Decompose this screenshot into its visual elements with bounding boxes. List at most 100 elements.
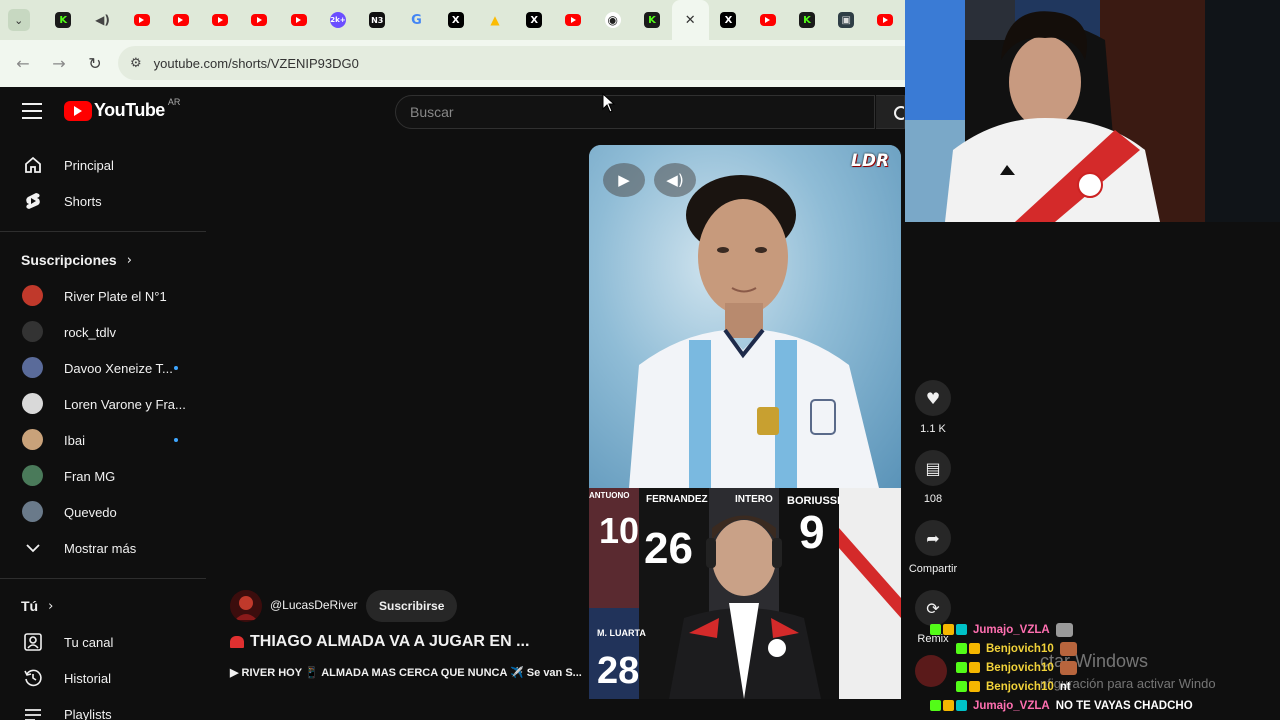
mod-badge-icon [956,624,967,635]
short-video-player[interactable]: ▶ ◀) LDR 10 26 9 28 FERNANDEZ INTERO BOR… [589,145,901,699]
search-button[interactable] [876,95,905,129]
short-description[interactable]: ▶ RIVER HOY 📱 ALMADA MAS CERCA QUE NUNCA… [230,666,582,679]
sidebar-item-label: Ibai [64,432,85,448]
browser-tab[interactable]: ◀) [83,0,122,40]
subscriptions-heading[interactable]: Suscripciones › [21,252,132,268]
like-button[interactable]: ♥ [915,380,951,416]
chat-message: Benjovich10 [956,658,1077,677]
sidebar-item-playlists[interactable]: Playlists [0,696,206,720]
tab-search-dropdown[interactable]: ⌄ [8,9,30,31]
sidebar-item-subscription[interactable]: Ibai [0,422,206,458]
chevron-down-icon [22,537,44,559]
browser-tab[interactable]: ◉ [593,0,632,40]
emote-icon [1055,622,1073,637]
sidebar-item-home[interactable]: Principal [0,147,206,183]
sidebar-item-shorts[interactable]: Shorts [0,183,206,219]
back-arrow-icon[interactable]: ← [5,54,41,73]
close-icon[interactable]: ✕ [682,12,698,28]
browser-tab[interactable] [866,0,905,40]
browser-tab[interactable]: N3 [358,0,397,40]
player-photo: ▶ ◀) LDR [589,145,901,488]
browser-tab[interactable] [161,0,200,40]
forward-arrow-icon[interactable]: → [41,54,77,73]
youtube-icon [212,14,229,26]
youtube-logo[interactable]: YouTube AR [64,96,181,121]
sidebar-item-subscription[interactable]: rock_tdlv [0,314,206,350]
browser-tab[interactable]: ▣ [827,0,866,40]
sidebar-item-history[interactable]: Historial [0,660,206,696]
sidebar-item-subscription[interactable]: Loren Varone y Fra... [0,386,206,422]
sidebar-item-subscription[interactable]: Davoo Xeneize T... [0,350,206,386]
menu-icon[interactable] [22,103,42,119]
sidebar-item-subscription[interactable]: Fran MG [0,458,206,494]
subscribe-button[interactable]: Suscribirse [366,590,458,622]
country-code: AR [167,96,181,107]
browser-tab[interactable]: 2k+ [318,0,357,40]
kick-badge-icon [956,662,967,673]
browser-tab[interactable]: K [632,0,671,40]
x-icon: X [447,12,464,28]
site-info-icon[interactable]: ⚙ [130,56,142,71]
svg-text:28: 28 [597,650,639,692]
browser-tab[interactable] [279,0,318,40]
youtube-icon [251,14,268,26]
short-title-row[interactable]: THIAGO ALMADA VA A JUGAR EN ... [230,633,529,651]
chevron-down-icon: ⌄ [14,14,24,27]
url-text[interactable]: youtube.com/shorts/VZENIP93DG0 [154,56,359,71]
youtube-logo-icon [64,100,92,121]
chat-username: Benjovich10 [986,680,1054,693]
channel-avatar[interactable] [230,590,262,622]
browser-tab[interactable]: X [436,0,475,40]
show-more-button[interactable]: Mostrar más [0,530,206,566]
browser-tab[interactable]: X [709,0,748,40]
sidebar-item-label: Principal [64,157,114,173]
browser-tab[interactable] [201,0,240,40]
browser-tab[interactable]: K [44,0,83,40]
chat-username: Benjovich10 [986,642,1054,655]
sidebar-item-label: Davoo Xeneize T... [64,360,173,376]
reload-icon[interactable]: ↻ [77,54,113,73]
home-icon [22,154,44,176]
browser-tab[interactable] [554,0,593,40]
comments-button[interactable]: ▤ [915,450,951,486]
browser-tab[interactable]: ▲ [475,0,514,40]
sidebar-item-subscription[interactable]: Quevedo [0,494,206,530]
crown-badge-icon [969,662,980,673]
subscriptions-title: Suscripciones [21,252,117,268]
omnibox[interactable]: ⚙ youtube.com/shorts/VZENIP93DG0 [118,46,905,80]
mute-button[interactable]: ◀) [654,163,696,197]
comment-icon: ▤ [925,458,941,478]
sidebar-item-subscription[interactable]: River Plate el N°1 [0,278,206,314]
address-bar: ← → ↻ ⚙ youtube.com/shorts/VZENIP93DG0 [0,40,905,87]
share-label: Compartir [908,563,958,575]
logo-text: YouTube [94,100,165,120]
browser-tab[interactable]: K [787,0,826,40]
browser-tab-active[interactable]: ✕ [671,0,709,40]
kick-badge-icon [930,700,941,711]
heart-icon: ♥ [925,388,941,408]
youtube-icon [172,14,189,26]
browser-tab[interactable]: X [515,0,554,40]
chat-message: Jumajo_VZLA NO TE VAYAS CHADCHO [930,696,1193,715]
search-icon [894,106,904,120]
mod-badge-icon [956,700,967,711]
share-button[interactable]: ➦ [915,520,951,556]
emote-icon [1059,641,1077,656]
siren-icon [230,636,244,648]
you-heading[interactable]: Tú › [21,598,53,614]
browser-tab[interactable] [122,0,161,40]
browser-tab[interactable] [240,0,279,40]
youtube-icon [133,14,150,26]
browser-tab[interactable] [748,0,787,40]
google-icon: G [411,12,422,28]
channel-name[interactable]: @LucasDeRiver [270,598,358,612]
search-input[interactable]: Buscar [395,95,875,129]
browser-tab[interactable]: G [397,0,436,40]
sidebar-item-your-channel[interactable]: Tu canal [0,624,206,660]
browser-tab-strip: ⌄ K ◀) 2k+ N3 G X ▲ X ◉ K ✕ X K ▣ [0,0,905,40]
playlists-icon [22,703,44,720]
avatar [22,465,43,486]
play-button[interactable]: ▶ [603,163,645,197]
drive-icon: ▲ [490,13,500,27]
shorts-icon [22,190,44,212]
